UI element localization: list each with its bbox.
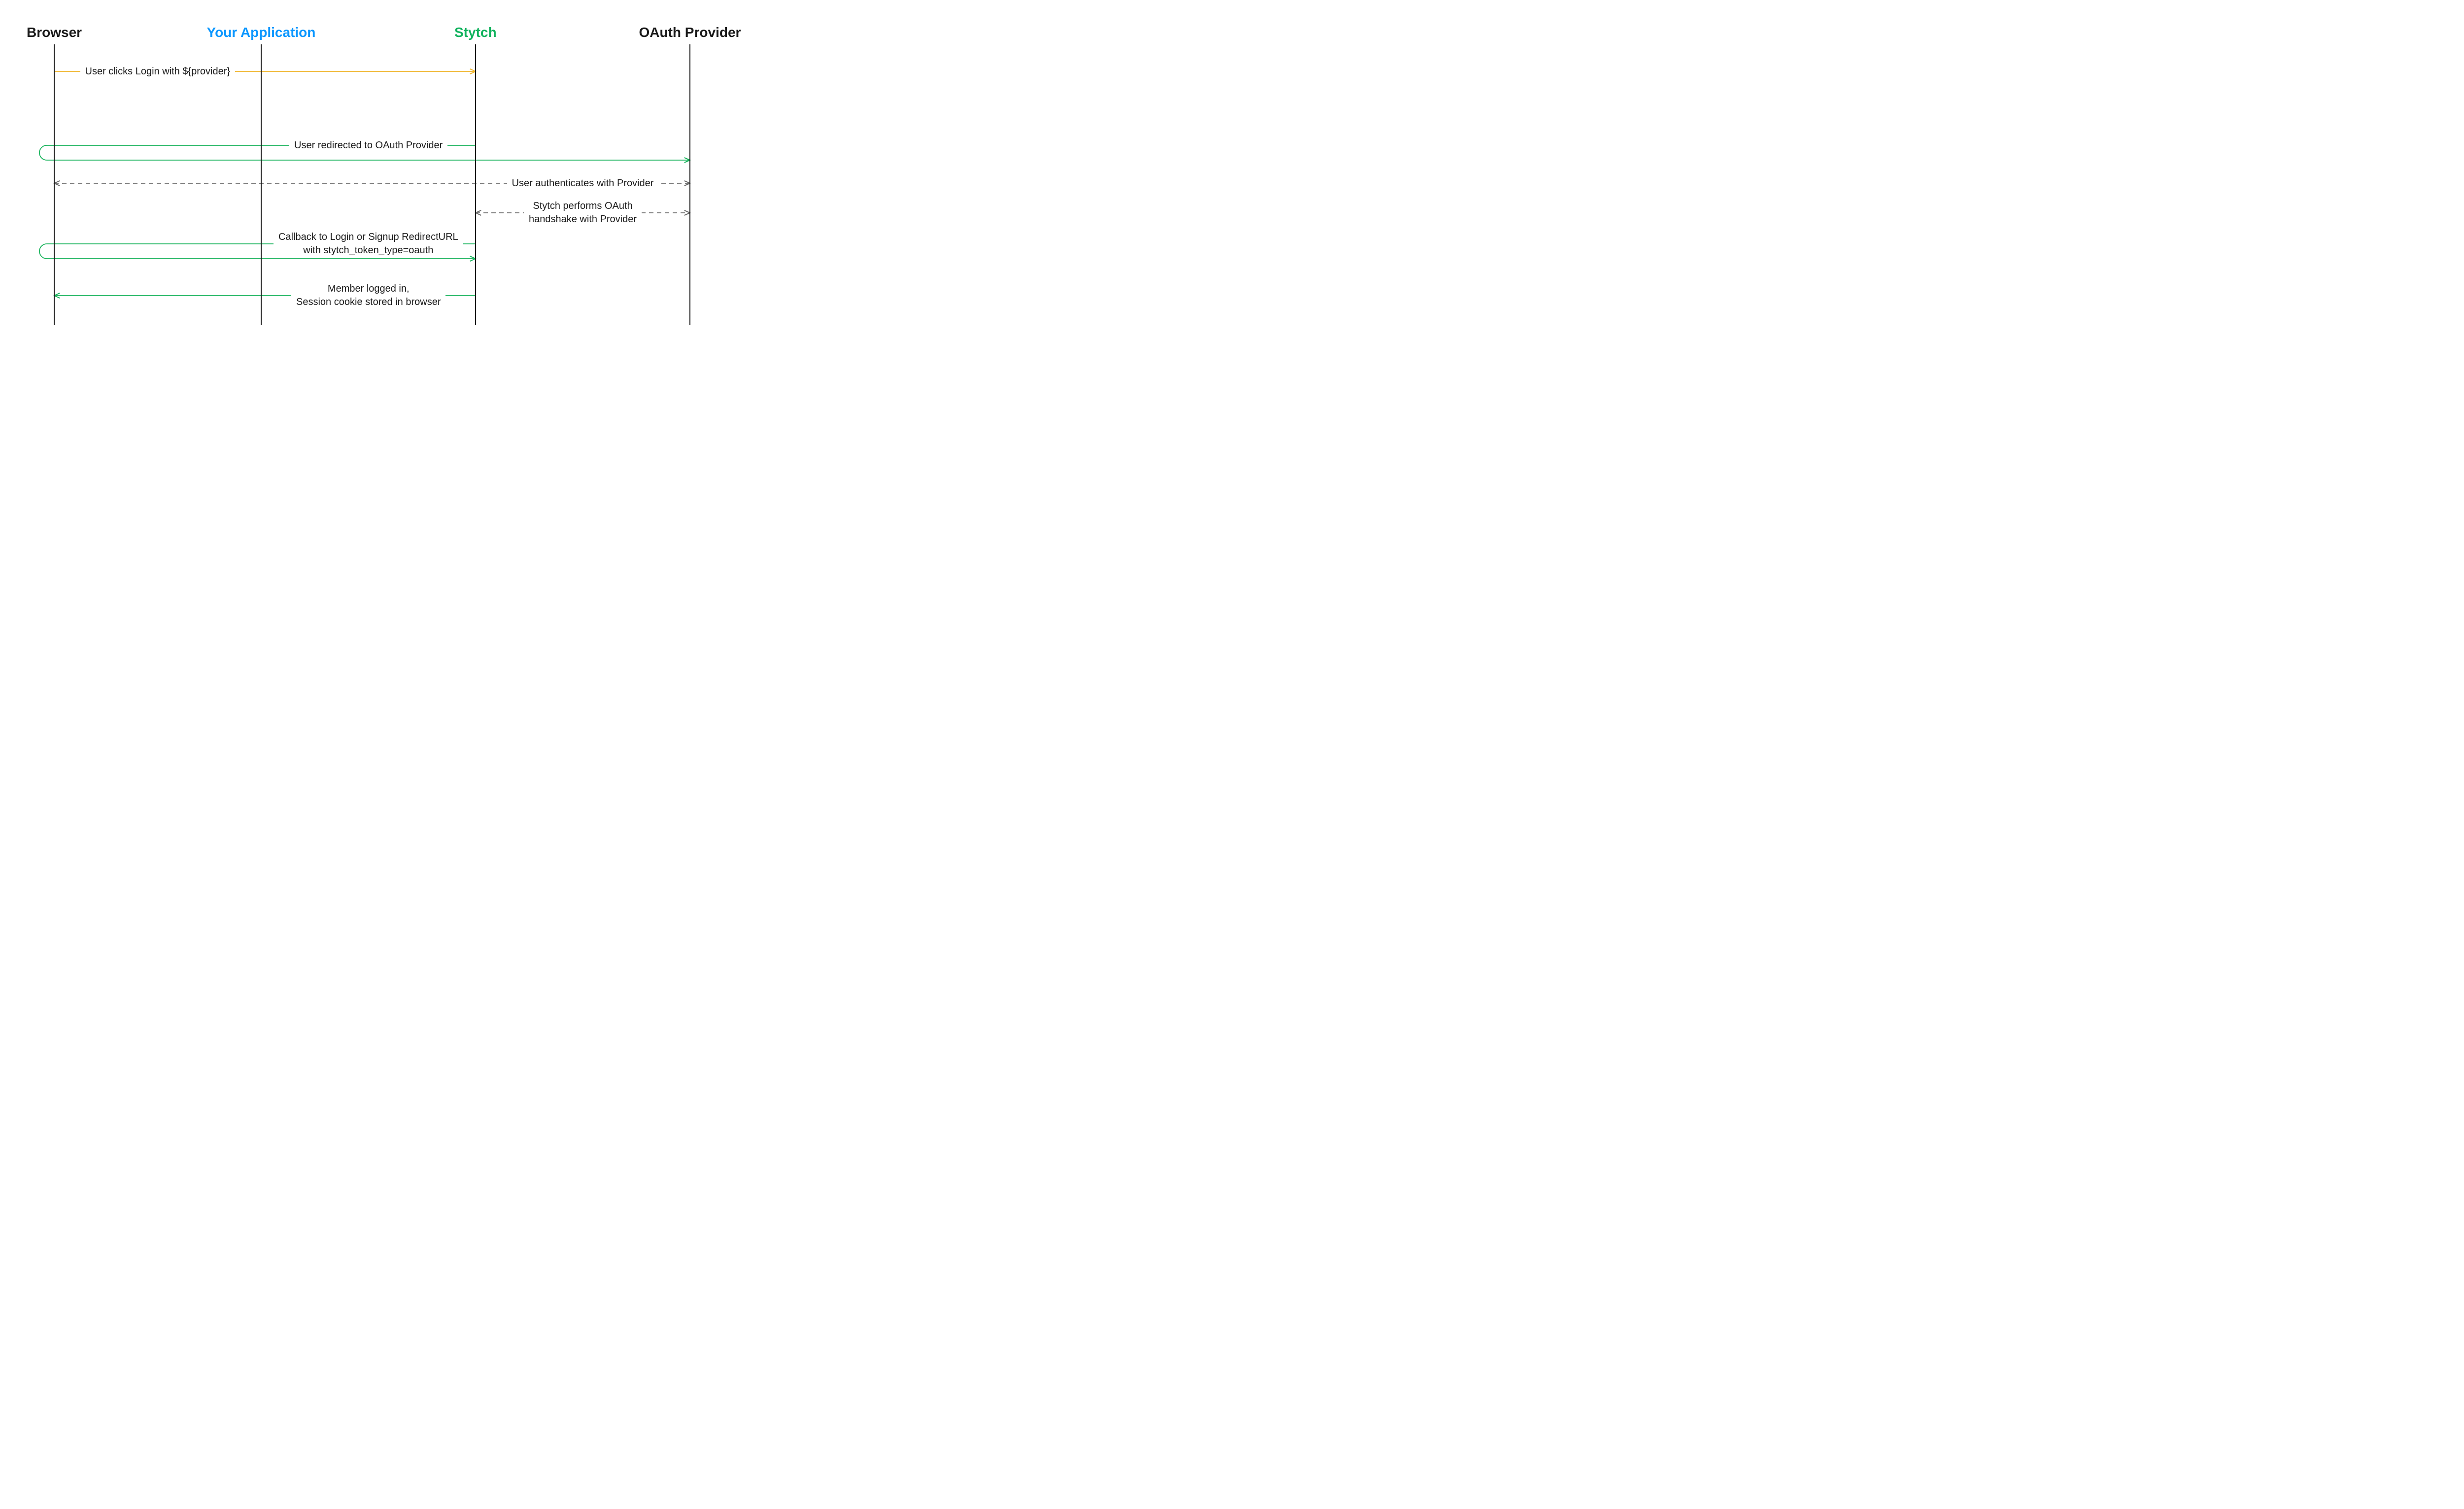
lifeline-browser: [54, 44, 55, 325]
message-m4: Stytch performs OAuthhandshake with Prov…: [524, 199, 642, 227]
message-m3: User authenticates with Provider: [507, 176, 659, 191]
lifeline-app: [261, 44, 262, 325]
message-m2: User redirected to OAuth Provider: [289, 138, 447, 153]
participant-browser: Browser: [27, 25, 82, 40]
participant-app: Your Application: [207, 25, 316, 40]
message-m1: User clicks Login with ${provider}: [80, 64, 236, 79]
lifeline-provider: [689, 44, 690, 325]
message-m5: Callback to Login or Signup RedirectURLw…: [274, 230, 463, 258]
participant-stytch: Stytch: [454, 25, 497, 40]
participant-provider: OAuth Provider: [639, 25, 741, 40]
lifeline-stytch: [475, 44, 476, 325]
message-m6: Member logged in,Session cookie stored i…: [291, 281, 445, 310]
